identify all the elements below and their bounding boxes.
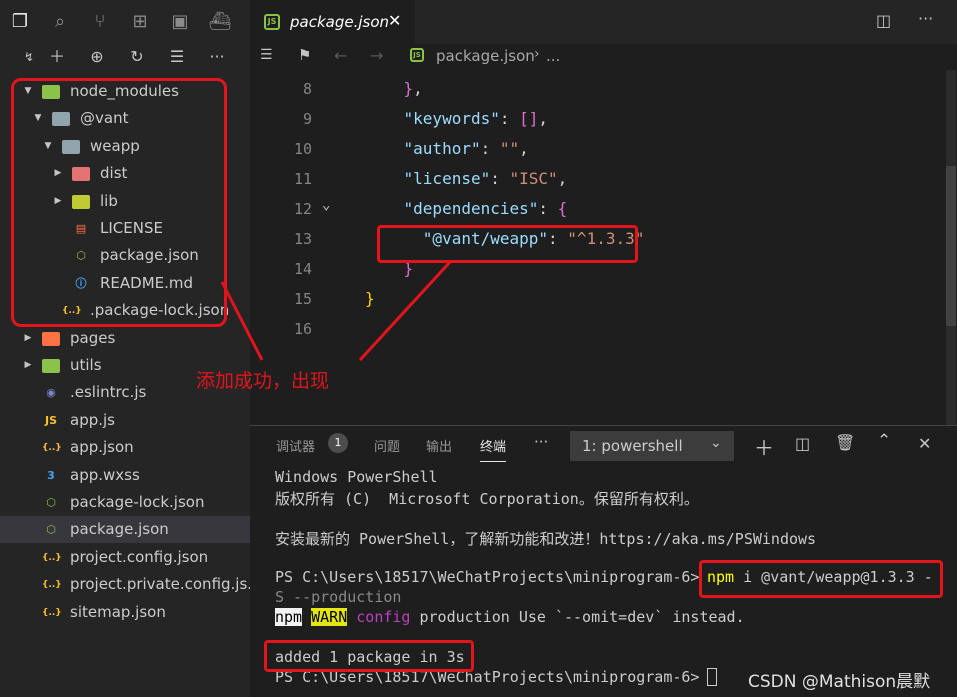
annotation-box-command <box>699 560 943 598</box>
annotation-box-added <box>264 640 474 672</box>
terminal-select-value: 1: powershell <box>582 437 683 455</box>
warn-npm: npm <box>275 608 303 626</box>
terminal-line: PS C:\Users\18517\WeChatProjects\minipro… <box>275 568 709 586</box>
debugger-badge: 1 <box>328 433 348 453</box>
tab-output[interactable]: 输出 <box>426 436 452 455</box>
tab-problems[interactable]: 问题 <box>374 436 400 455</box>
tab-terminal[interactable]: 终端 <box>480 436 507 462</box>
terminal-line: 版权所有 (C) Microsoft Corporation。保留所有权利。 <box>275 490 699 508</box>
watermark: CSDN @Mathison晨默 <box>748 672 931 692</box>
terminal-cursor <box>707 668 717 686</box>
chevron-down-icon: ⌄ <box>710 435 722 451</box>
annotation-text: 添加成功，出现 <box>196 370 330 392</box>
panel-more[interactable]: ··· <box>534 433 548 451</box>
terminal-line: S --production <box>275 588 402 606</box>
warn-tag: WARN <box>311 608 348 626</box>
tab-debugger[interactable]: 调试器 <box>276 436 315 455</box>
terminal-line: 安装最新的 PowerShell，了解新功能和改进！https://aka.ms… <box>275 530 817 548</box>
split-terminal-icon[interactable]: ◫ <box>795 434 810 453</box>
warn-text: production Use `--omit=dev` instead. <box>410 608 745 626</box>
trash-icon[interactable]: 🗑 <box>835 433 855 452</box>
terminal-line: Windows PowerShell <box>275 468 438 486</box>
terminal-select[interactable]: 1: powershell ⌄ <box>570 431 734 461</box>
new-terminal-icon[interactable]: ＋ <box>754 432 774 461</box>
close-panel-icon[interactable]: ✕ <box>918 434 931 453</box>
warn-config: config <box>356 608 411 626</box>
chevron-up-icon[interactable]: ⌃ <box>877 431 891 451</box>
